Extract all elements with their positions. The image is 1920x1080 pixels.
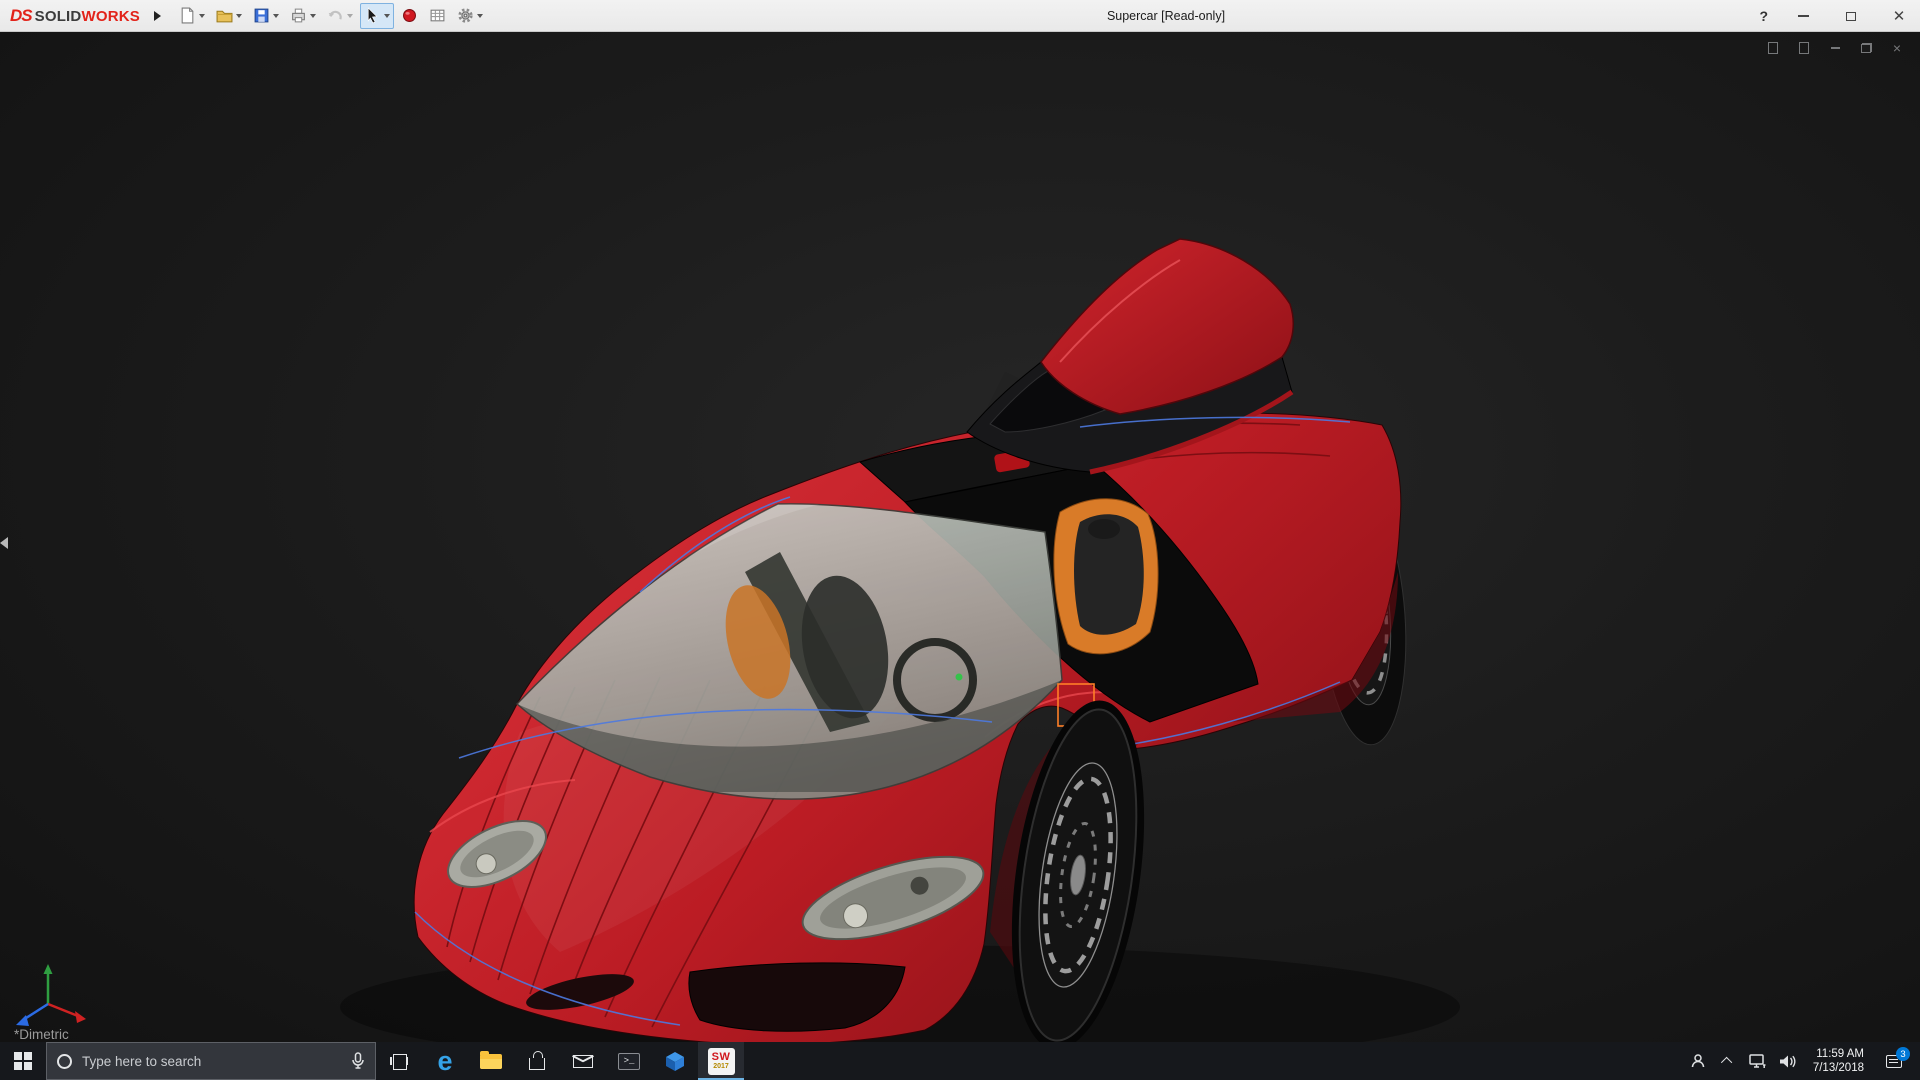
doc-window-icon-2[interactable] (1795, 40, 1813, 56)
task-view-icon (390, 1054, 408, 1068)
design-table-icon (429, 7, 446, 24)
network-button[interactable] (1743, 1042, 1773, 1080)
people-icon (1690, 1053, 1706, 1069)
new-document-button[interactable] (175, 3, 209, 29)
terminal-icon: >_ (618, 1053, 640, 1070)
graphics-viewport[interactable]: × (0, 32, 1920, 1042)
save-icon (253, 7, 270, 24)
solidworks-taskbar-button[interactable]: SW 2017 (698, 1042, 744, 1080)
window-controls: ? ✕ (1759, 0, 1912, 32)
seat[interactable] (1054, 499, 1158, 654)
print-icon (290, 7, 307, 24)
taskbar-search[interactable] (46, 1042, 376, 1080)
appearance-sphere-icon (401, 7, 418, 24)
store-icon (529, 1058, 545, 1070)
clock-date: 7/13/2018 (1813, 1061, 1864, 1075)
print-button[interactable] (286, 3, 320, 29)
taskbar-spacer (744, 1042, 1683, 1080)
solidworks-window: DS SOLID WORKS (0, 0, 1920, 1080)
close-icon: ✕ (1893, 9, 1906, 24)
edge-icon: e (437, 1048, 452, 1075)
doc-restore-button[interactable] (1857, 40, 1875, 56)
maximize-icon (1846, 12, 1856, 21)
windows-taskbar: e >_ SW 2017 (0, 1042, 1920, 1080)
edge-button[interactable]: e (422, 1042, 468, 1080)
cortana-icon (57, 1054, 72, 1069)
terminal-button[interactable]: >_ (606, 1042, 652, 1080)
new-document-icon (179, 7, 196, 24)
volume-button[interactable] (1773, 1042, 1803, 1080)
print-caret[interactable] (310, 14, 316, 18)
undo-button[interactable] (323, 3, 357, 29)
doc-minimize-icon (1831, 47, 1840, 49)
tray-overflow-button[interactable] (1713, 1042, 1743, 1080)
brand-solid-text: SOLID (35, 8, 82, 25)
open-caret[interactable] (236, 14, 242, 18)
ds-logo-icon: DS (10, 6, 32, 26)
design-table-button[interactable] (425, 3, 450, 29)
volume-icon (1779, 1054, 1796, 1069)
start-button[interactable] (0, 1042, 46, 1080)
windows-logo-icon (14, 1052, 32, 1070)
expand-menu-arrow-icon[interactable] (154, 11, 161, 21)
taskbar-clock[interactable]: 11:59 AM 7/13/2018 (1803, 1047, 1874, 1075)
minimize-button[interactable] (1790, 5, 1816, 27)
notification-badge: 3 (1896, 1047, 1910, 1061)
options-button[interactable] (453, 3, 487, 29)
help-button[interactable]: ? (1759, 8, 1768, 24)
quick-access-toolbar (175, 3, 487, 29)
edrawings-button[interactable] (652, 1042, 698, 1080)
open-button[interactable] (212, 3, 246, 29)
store-button[interactable] (514, 1042, 560, 1080)
document-title: Supercar [Read-only] (1107, 0, 1225, 32)
doc-minimize-button[interactable] (1826, 40, 1844, 56)
open-folder-icon (216, 7, 233, 24)
maximize-button[interactable] (1838, 5, 1864, 27)
select-tool-caret[interactable] (384, 14, 390, 18)
reference-triad (16, 964, 86, 1026)
sketch-point[interactable] (956, 674, 963, 681)
doc-window-icon[interactable] (1764, 40, 1782, 56)
mail-button[interactable] (560, 1042, 606, 1080)
select-cursor-icon (364, 7, 381, 24)
car-model[interactable] (0, 32, 1920, 1042)
save-button[interactable] (249, 3, 283, 29)
clock-time: 11:59 AM (1816, 1047, 1864, 1061)
options-caret[interactable] (477, 14, 483, 18)
file-explorer-icon (480, 1054, 502, 1069)
action-center-button[interactable]: 3 (1874, 1042, 1914, 1080)
undo-caret[interactable] (347, 14, 353, 18)
mail-icon (573, 1055, 593, 1068)
featuremanager-flyout-arrow[interactable] (0, 530, 12, 556)
doc-close-button[interactable]: × (1888, 40, 1906, 56)
network-icon (1749, 1054, 1766, 1069)
title-bar: DS SOLID WORKS (0, 0, 1920, 32)
microphone-icon[interactable] (351, 1052, 365, 1070)
doc-close-icon: × (1893, 41, 1901, 55)
document-window-controls: × (1764, 40, 1906, 56)
appearance-button[interactable] (397, 3, 422, 29)
brand-works-text: WORKS (81, 8, 140, 25)
new-document-caret[interactable] (199, 14, 205, 18)
options-gear-icon (457, 7, 474, 24)
close-button[interactable]: ✕ (1886, 5, 1912, 27)
undo-icon (327, 7, 344, 24)
chevron-up-icon (1721, 1057, 1732, 1068)
people-button[interactable] (1683, 1042, 1713, 1080)
task-view-button[interactable] (376, 1042, 422, 1080)
save-caret[interactable] (273, 14, 279, 18)
minimize-icon (1798, 15, 1809, 17)
search-input[interactable] (82, 1054, 341, 1069)
cube-icon (664, 1050, 686, 1072)
select-tool-button[interactable] (360, 3, 394, 29)
system-tray: 11:59 AM 7/13/2018 3 (1683, 1042, 1920, 1080)
file-explorer-button[interactable] (468, 1042, 514, 1080)
doc-restore-icon (1861, 43, 1872, 53)
solidworks-logo: DS SOLID WORKS (0, 6, 146, 26)
solidworks-app-icon: SW 2017 (708, 1048, 735, 1075)
view-orientation-label: *Dimetric (14, 1027, 69, 1042)
